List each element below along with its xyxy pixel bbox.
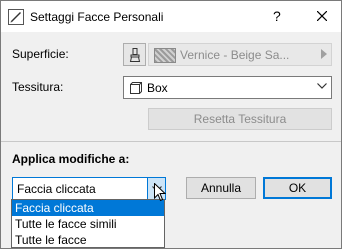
close-icon <box>317 11 327 21</box>
texture-value: Box <box>147 81 168 95</box>
apply-to-value: Faccia cliccata <box>17 182 96 196</box>
ok-button[interactable]: OK <box>263 177 332 199</box>
app-icon <box>8 9 24 25</box>
surface-swatch <box>154 48 176 63</box>
close-button[interactable] <box>307 4 337 28</box>
option-all-similar-faces[interactable]: Tutte le facce simili <box>12 216 164 232</box>
surface-label: Superficie: <box>12 47 69 61</box>
reset-texture-button[interactable]: Resetta Tessitura <box>148 108 332 130</box>
mouse-cursor-icon <box>154 183 166 202</box>
window-title: Settaggi Facce Personali <box>30 10 164 24</box>
help-button[interactable]: ? <box>273 8 281 24</box>
cancel-button[interactable]: Annulla <box>186 177 256 199</box>
option-all-faces[interactable]: Tutte le facce <box>12 232 164 248</box>
option-clicked-face[interactable]: Faccia cliccata <box>12 200 164 216</box>
apply-to-dropdown[interactable]: Faccia cliccata <box>12 177 166 200</box>
apply-changes-label: Applica modifiche a: <box>12 152 130 166</box>
box-icon <box>130 82 142 94</box>
surface-picker-button[interactable] <box>123 43 146 66</box>
texture-label: Tessitura: <box>12 80 64 94</box>
brush-icon <box>129 47 140 62</box>
surface-dropdown[interactable]: Vernice - Beige Sa... <box>148 43 332 66</box>
title-bar: Settaggi Facce Personali ? <box>1 1 341 32</box>
chevron-right-icon <box>321 49 327 59</box>
texture-dropdown[interactable]: Box <box>123 76 332 99</box>
apply-to-options-list: Faccia cliccata Tutte le facce simili Tu… <box>11 199 165 248</box>
divider <box>1 141 341 142</box>
surface-value: Vernice - Beige Sa... <box>180 48 290 62</box>
chevron-down-icon <box>317 83 327 89</box>
